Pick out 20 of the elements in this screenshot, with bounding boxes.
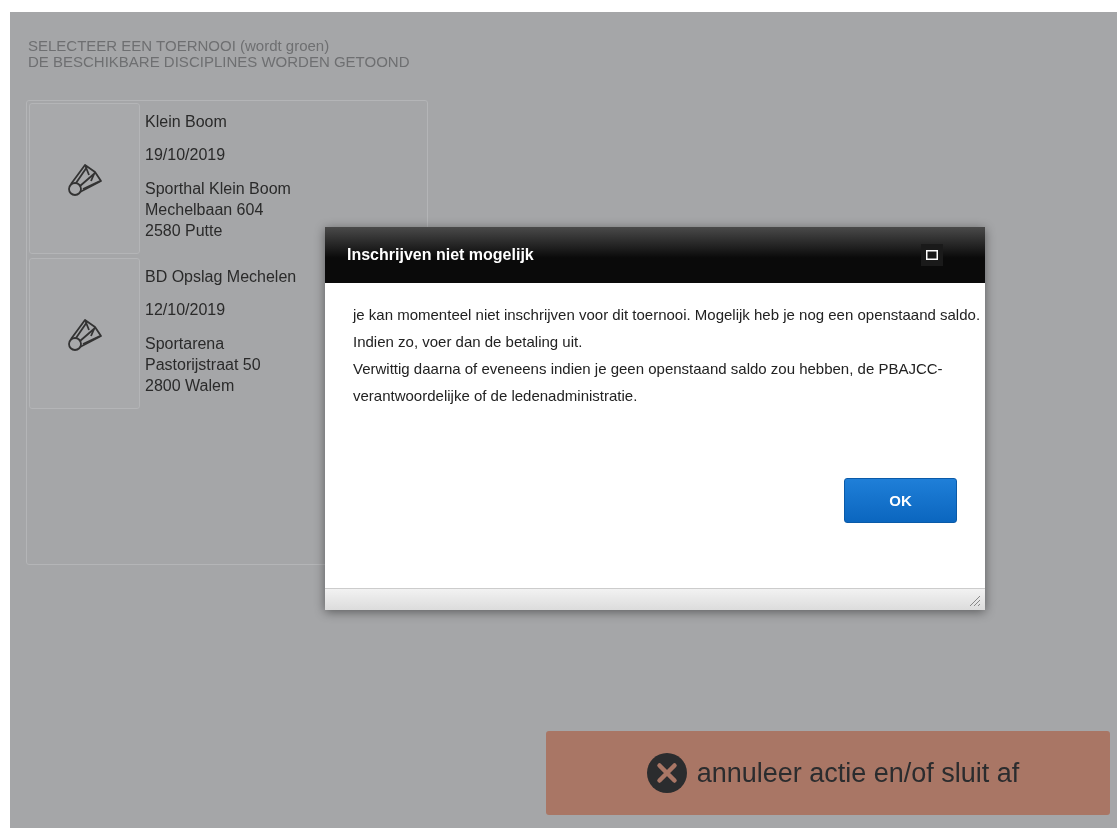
tournament-address-line: Mechelbaan 604 [145,200,265,220]
tournament-date: 19/10/2019 [145,145,227,165]
tournament-address-line: Pastorijstraat 50 [145,355,262,375]
ok-button[interactable]: OK [844,478,957,523]
dialog-message: je kan momenteel niet inschrijven voor dit toernooi. Mogelijk heb je nog een openstaand saldo. [353,305,982,325]
tournament-address-line: Sportarena [145,334,226,354]
close-circle-icon [646,753,687,793]
dialog-message: Indien zo, voer dan de betaling uit. [353,332,584,352]
tournament-name: Klein Boom [145,112,228,132]
tournament-address-line: 2580 Putte [145,221,224,241]
tournament-address-line: Sporthal Klein Boom [145,179,291,199]
tournament-date: 12/10/2019 [145,300,227,320]
tournament-name: BD Opslag Mechelen [145,267,297,287]
resize-grip-icon [969,595,981,607]
dialog-message: Verwittig daarna of eveneens indien je geen openstaand saldo zou hebben, de PBAJCC-verantwoordelijke of de ledenadministratie. [353,359,944,406]
maximize-button[interactable] [921,244,943,266]
dialog-title: Inschrijven niet mogelijk [347,246,534,264]
tournament-address-line: 2800 Walem [145,376,236,396]
cancel-close-button[interactable]: annuleer actie en/of sluit af [546,731,1110,815]
maximize-icon [926,250,938,260]
